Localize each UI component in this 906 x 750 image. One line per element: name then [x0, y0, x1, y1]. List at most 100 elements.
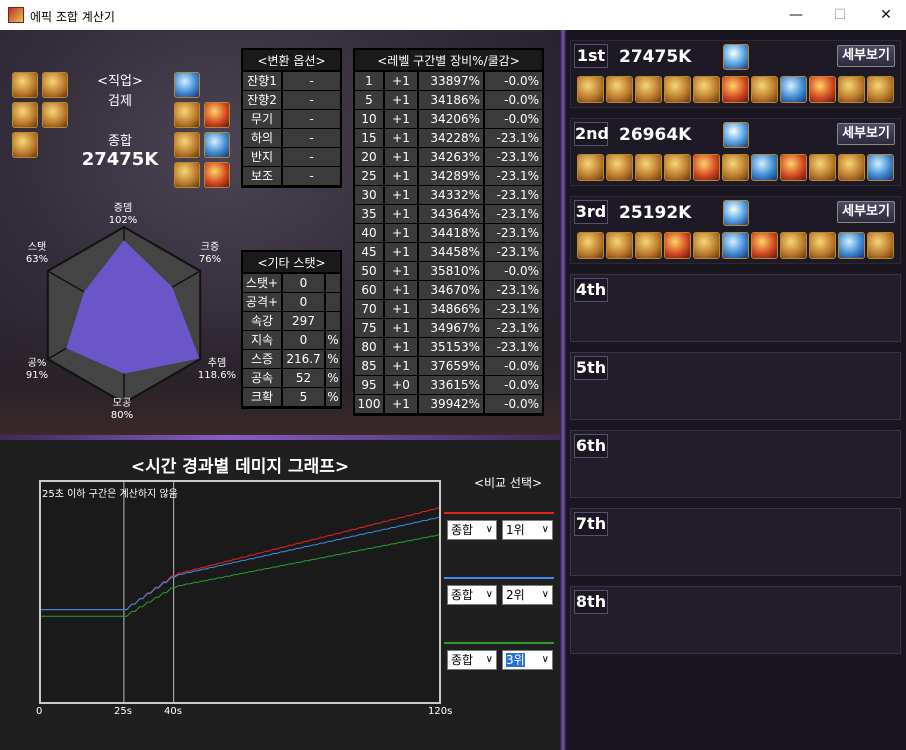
level-equip-pct: 34206%	[419, 110, 485, 129]
conversion-value[interactable]: -	[283, 72, 340, 91]
equipment-icon[interactable]	[722, 154, 749, 181]
weapon-icon	[723, 122, 749, 148]
equip-slot-shoulder[interactable]	[12, 72, 38, 98]
compare-line-1	[444, 512, 554, 514]
compare-rank-select-1[interactable]: 1위 ∨	[502, 520, 553, 540]
equip-slot-magic-stone[interactable]	[174, 162, 200, 188]
equipment-icon[interactable]	[722, 232, 749, 259]
level-row: 1 +1 33897% -0.0%	[355, 72, 542, 91]
compare-rank-select-3[interactable]: 3위 ∨	[502, 650, 553, 670]
equip-slot-necklace[interactable]	[204, 102, 230, 128]
equipment-icon[interactable]	[693, 154, 720, 181]
level-row: 15 +1 34228% -23.1%	[355, 129, 542, 148]
etc-stat-value[interactable]: 0	[283, 274, 326, 293]
equipment-icon[interactable]	[635, 154, 662, 181]
level-equip-pct: 34263%	[419, 148, 485, 167]
conversion-value[interactable]: -	[283, 148, 340, 167]
equip-slot-ring[interactable]	[174, 132, 200, 158]
equipment-icon[interactable]	[606, 76, 633, 103]
level-plus: +1	[385, 395, 419, 414]
radar-label-3: 모공 80%	[110, 398, 134, 421]
equipment-icon[interactable]	[780, 232, 807, 259]
equipment-icon[interactable]	[809, 154, 836, 181]
equip-slot-shoes[interactable]	[12, 132, 38, 158]
radar-label-5: 스탯 63%	[25, 242, 49, 265]
equipment-icon[interactable]	[751, 76, 778, 103]
etc-stat-unit: %	[326, 369, 340, 388]
etc-stat-value[interactable]: 297	[283, 312, 326, 331]
equipment-icon[interactable]	[809, 232, 836, 259]
equipment-icon[interactable]	[664, 76, 691, 103]
equipment-icon[interactable]	[635, 76, 662, 103]
detail-button[interactable]: 세부보기	[837, 45, 895, 67]
equipment-icon[interactable]	[577, 76, 604, 103]
rank-card-5[interactable]: 5th	[570, 352, 901, 420]
equip-slot-belt[interactable]	[42, 102, 68, 128]
equipment-icon[interactable]	[606, 154, 633, 181]
conversion-row: 보조 -	[243, 167, 340, 186]
compare-title: <비교 선택>	[473, 476, 543, 490]
equipment-icon[interactable]	[751, 232, 778, 259]
detail-button[interactable]: 세부보기	[837, 123, 895, 145]
equipment-icon[interactable]	[780, 76, 807, 103]
conversion-value[interactable]: -	[283, 91, 340, 110]
equipment-icon[interactable]	[751, 154, 778, 181]
equipment-icon[interactable]	[664, 154, 691, 181]
equipment-icon[interactable]	[838, 76, 865, 103]
equip-slot-support[interactable]	[204, 132, 230, 158]
minimize-button[interactable]: —	[782, 4, 810, 26]
level-row: 50 +1 35810% -0.0%	[355, 262, 542, 281]
equipment-icon[interactable]	[867, 76, 894, 103]
rank-card-1[interactable]: 1st 27475K 세부보기	[570, 40, 901, 108]
level-cooldown: -23.1%	[485, 319, 542, 338]
rank-card-3[interactable]: 3rd 25192K 세부보기	[570, 196, 901, 264]
conversion-value[interactable]: -	[283, 129, 340, 148]
equip-slot-top[interactable]	[42, 72, 68, 98]
rank-card-7[interactable]: 7th	[570, 508, 901, 576]
close-button[interactable]: ✕	[872, 4, 900, 26]
conversion-value[interactable]: -	[283, 167, 340, 186]
compare-rank-select-2[interactable]: 2위 ∨	[502, 585, 553, 605]
rank-card-2[interactable]: 2nd 26964K 세부보기	[570, 118, 901, 186]
etc-stat-row: 공속 52%	[243, 369, 340, 388]
conversion-options-title: <변환 옵션>	[243, 50, 340, 72]
conversion-value[interactable]: -	[283, 110, 340, 129]
equipment-icon[interactable]	[780, 154, 807, 181]
compare-type-select-3[interactable]: 종합 ∨	[447, 650, 497, 670]
equipment-icon[interactable]	[867, 154, 894, 181]
etc-stat-row: 속강 297	[243, 312, 340, 331]
app-window: 에픽 조합 계산기 — ☐ ✕ <직업> 검제 종합 27475K 증뎀 102%…	[0, 0, 906, 750]
etc-stat-value[interactable]: 0	[283, 331, 326, 350]
equipment-icon[interactable]	[606, 232, 633, 259]
rank-equipment-list	[577, 76, 894, 103]
equipment-icon[interactable]	[635, 232, 662, 259]
etc-stat-value[interactable]: 216.7	[283, 350, 326, 369]
equipment-icon[interactable]	[664, 232, 691, 259]
rank-card-4[interactable]: 4th	[570, 274, 901, 342]
equipment-icon[interactable]	[577, 232, 604, 259]
equip-slot-bracelet[interactable]	[174, 102, 200, 128]
equip-slot-earring[interactable]	[204, 162, 230, 188]
etc-stat-value[interactable]: 52	[283, 369, 326, 388]
etc-stat-value[interactable]: 5	[283, 388, 326, 407]
rank-card-8[interactable]: 8th	[570, 586, 901, 654]
equipment-icon[interactable]	[867, 232, 894, 259]
detail-button[interactable]: 세부보기	[837, 201, 895, 223]
equipment-icon[interactable]	[809, 76, 836, 103]
equip-slot-bottom[interactable]	[12, 102, 38, 128]
equipment-icon[interactable]	[838, 154, 865, 181]
equipment-icon[interactable]	[722, 76, 749, 103]
compare-type-select-2[interactable]: 종합 ∨	[447, 585, 497, 605]
level-value: 45	[355, 243, 385, 262]
equipment-icon[interactable]	[577, 154, 604, 181]
equipment-icon[interactable]	[693, 232, 720, 259]
equipment-icon[interactable]	[838, 232, 865, 259]
etc-stat-value[interactable]: 0	[283, 293, 326, 312]
maximize-button[interactable]: ☐	[826, 4, 854, 26]
conversion-row: 무기 -	[243, 110, 340, 129]
equipment-icon[interactable]	[693, 76, 720, 103]
rank-card-6[interactable]: 6th	[570, 430, 901, 498]
level-row: 10 +1 34206% -0.0%	[355, 110, 542, 129]
equip-slot-weapon[interactable]	[174, 72, 200, 98]
compare-type-select-1[interactable]: 종합 ∨	[447, 520, 497, 540]
